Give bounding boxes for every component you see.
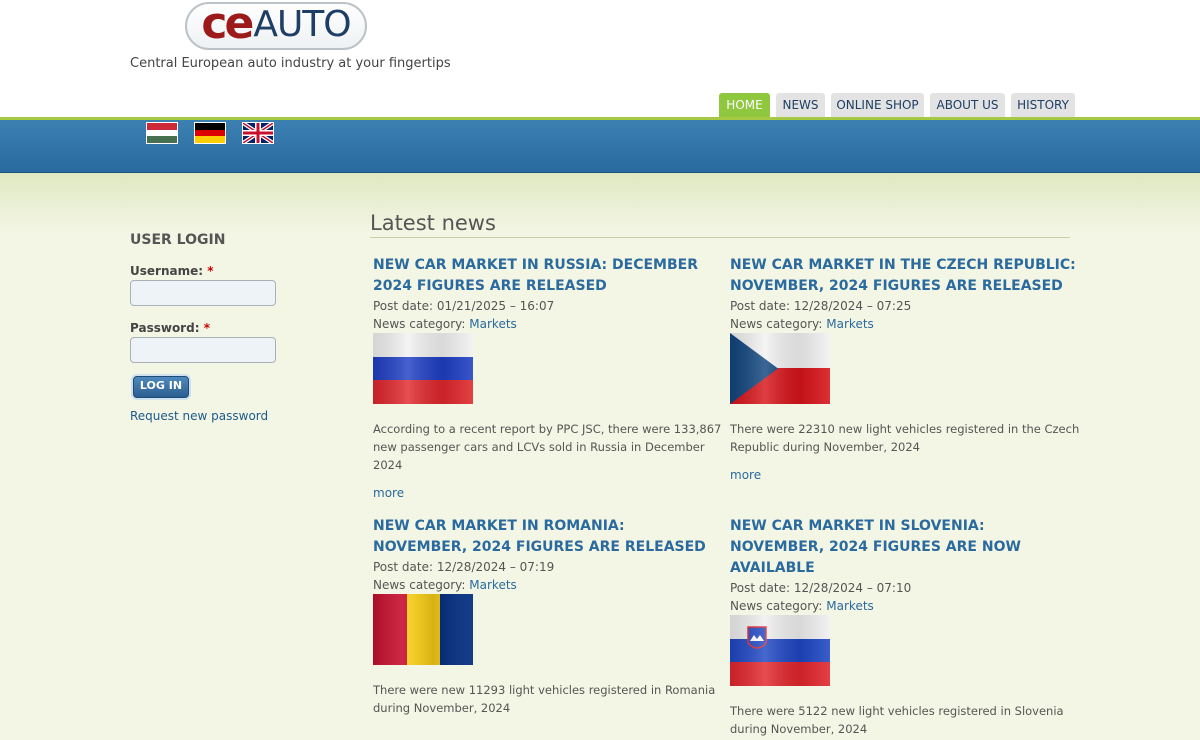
username-label: Username: * (130, 264, 214, 278)
logo-auto-text: AUTO (253, 4, 351, 45)
post-date: Post date: 12/28/2024 – 07:10 (730, 581, 912, 595)
post-date: Post date: 12/28/2024 – 07:19 (373, 560, 555, 574)
main-nav: HOME NEWS ONLINE SHOP ABOUT US HISTORY (0, 93, 1200, 118)
category-link[interactable]: Markets (469, 317, 517, 331)
news-item: NEW CAR MARKET IN RUSSIA: DECEMBER 2024 … (373, 255, 723, 501)
nav-tab-news[interactable]: NEWS (776, 93, 825, 118)
news-category: News category: Markets (373, 317, 517, 331)
news-summary: There were 5122 new light vehicles regis… (730, 704, 1064, 736)
site-logo[interactable]: ce AUTO (185, 2, 367, 50)
content-top-fade (0, 173, 1200, 233)
category-link[interactable]: Markets (469, 578, 517, 592)
uk-flag-icon[interactable] (241, 121, 275, 145)
logo-ce-text: ce (201, 2, 254, 49)
more-link[interactable]: more (730, 468, 761, 482)
language-bar (0, 120, 1200, 173)
news-item: NEW CAR MARKET IN ROMANIA: NOVEMBER, 202… (373, 516, 723, 717)
required-mark: * (207, 264, 214, 278)
latest-news-title: Latest news (370, 211, 496, 235)
news-summary: According to a recent report by PPC JSC,… (373, 422, 722, 472)
slovenia-flag-icon[interactable] (730, 615, 830, 686)
news-category: News category: Markets (730, 317, 874, 331)
login-button[interactable]: LOG IN (133, 376, 189, 398)
required-mark: * (203, 321, 210, 335)
request-password-link[interactable]: Request new password (130, 409, 268, 423)
nav-tab-home[interactable]: HOME (719, 93, 770, 118)
nav-tab-online-shop[interactable]: ONLINE SHOP (831, 93, 924, 118)
news-category: News category: Markets (730, 599, 874, 613)
nav-tab-history[interactable]: HISTORY (1011, 93, 1075, 118)
news-title-link[interactable]: NEW CAR MARKET IN RUSSIA: DECEMBER 2024 … (373, 255, 723, 297)
german-flag-icon[interactable] (194, 122, 226, 144)
site-slogan: Central European auto industry at your f… (130, 56, 451, 71)
russia-flag-icon[interactable] (373, 333, 473, 404)
category-link[interactable]: Markets (826, 599, 874, 613)
post-date: Post date: 01/21/2025 – 16:07 (373, 299, 555, 313)
more-link[interactable]: more (373, 486, 404, 500)
news-summary: There were new 11293 light vehicles regi… (373, 683, 716, 715)
news-title-link[interactable]: NEW CAR MARKET IN THE CZECH REPUBLIC: NO… (730, 255, 1080, 297)
news-item: NEW CAR MARKET IN THE CZECH REPUBLIC: NO… (730, 255, 1080, 483)
news-summary: There were 22310 new light vehicles regi… (730, 422, 1080, 454)
nav-tab-about-us[interactable]: ABOUT US (930, 93, 1005, 118)
romania-flag-icon[interactable] (373, 594, 473, 665)
username-field[interactable] (130, 280, 276, 306)
post-date: Post date: 12/28/2024 – 07:25 (730, 299, 912, 313)
news-category: News category: Markets (373, 578, 517, 592)
hungarian-flag-icon[interactable] (146, 122, 178, 144)
user-login-title: USER LOGIN (130, 232, 226, 248)
news-title-link[interactable]: NEW CAR MARKET IN SLOVENIA: NOVEMBER, 20… (730, 516, 1080, 579)
category-link[interactable]: Markets (826, 317, 874, 331)
password-field[interactable] (130, 337, 276, 363)
news-title-link[interactable]: NEW CAR MARKET IN ROMANIA: NOVEMBER, 202… (373, 516, 723, 558)
password-label: Password: * (130, 321, 210, 335)
site-header: ce AUTO Central European auto industry at… (0, 0, 1200, 118)
latest-news-divider (370, 237, 1070, 238)
czech-flag-icon[interactable] (730, 333, 830, 404)
news-item: NEW CAR MARKET IN SLOVENIA: NOVEMBER, 20… (730, 516, 1080, 738)
